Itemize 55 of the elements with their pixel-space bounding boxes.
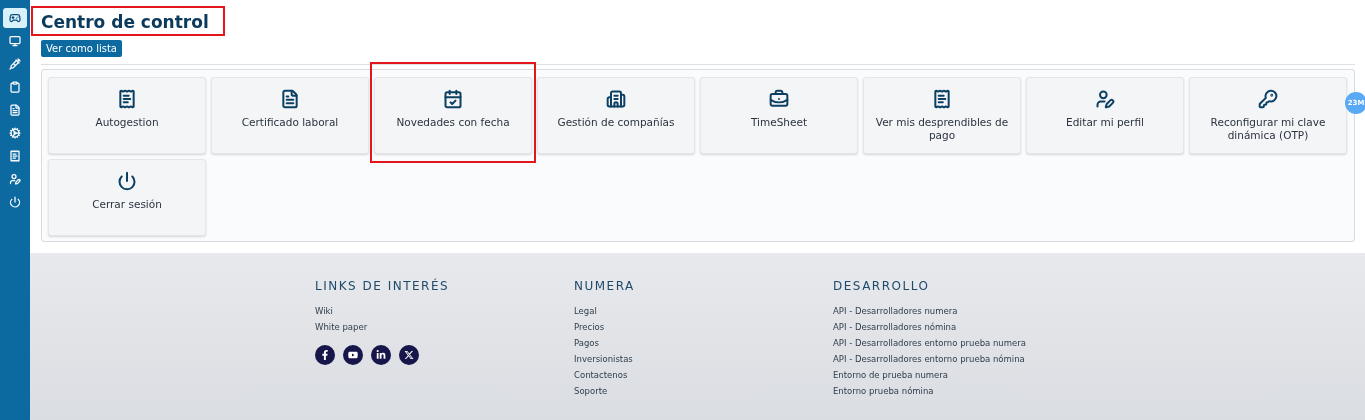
tile-button[interactable]: Ver mis desprendibles de pago — [863, 77, 1021, 154]
power-icon — [117, 171, 137, 191]
building-icon — [606, 89, 626, 109]
footer-heading: DESARROLLO — [833, 279, 931, 293]
footer-link[interactable]: API - Desarrolladores numera — [833, 303, 1133, 319]
footer-link[interactable]: Inversionistas — [574, 351, 833, 367]
user-pen-icon — [9, 173, 21, 185]
gear-icon — [9, 127, 21, 139]
footer-link[interactable]: White paper — [315, 319, 574, 335]
tile-button[interactable]: Reconfigurar mi clave dinámica (OTP) — [1189, 77, 1347, 154]
footer-link[interactable]: Entorno prueba nómina — [833, 383, 1133, 399]
footer-link[interactable]: Legal — [574, 303, 833, 319]
document-icon — [280, 89, 300, 109]
tile-button[interactable]: Autogestion — [48, 77, 206, 154]
power-icon — [9, 196, 21, 208]
sidebar-item[interactable] — [3, 8, 27, 28]
tile-button[interactable]: TimeSheet — [700, 77, 858, 154]
file-icon — [9, 104, 21, 116]
calendar-icon — [443, 89, 463, 109]
footer-link[interactable]: Wiki — [315, 303, 574, 319]
footer-link[interactable]: Contactenos — [574, 367, 833, 383]
invoice-icon — [117, 89, 137, 109]
x-logo-link[interactable] — [399, 345, 419, 365]
footer-link[interactable]: API - Desarrolladores nómina — [833, 319, 1133, 335]
invoice-icon — [9, 150, 21, 162]
key-icon — [1258, 89, 1278, 109]
footer-heading: LINKS DE INTERÉS — [315, 279, 451, 293]
footer-link[interactable]: Pagos — [574, 335, 833, 351]
tile-button[interactable]: Novedades con fecha — [374, 77, 532, 154]
tile-button[interactable]: Certificado laboral — [211, 77, 369, 154]
facebook-link[interactable] — [315, 345, 335, 365]
tile-button[interactable]: Gestión de compañías — [537, 77, 695, 154]
tile-button[interactable]: Cerrar sesión — [48, 159, 206, 236]
gamepad-icon — [9, 12, 21, 24]
monitor-icon — [9, 35, 21, 47]
youtube-icon — [348, 350, 358, 360]
x-logo-icon — [404, 350, 414, 360]
syringe-icon — [9, 58, 21, 70]
facebook-icon — [320, 350, 330, 360]
briefcase-icon — [769, 89, 789, 109]
footer-link[interactable]: Precios — [574, 319, 833, 335]
tile-button[interactable]: Editar mi perfil — [1026, 77, 1184, 154]
footer-heading: NUMERA — [574, 279, 636, 293]
invoice-icon — [932, 89, 952, 109]
youtube-link[interactable] — [343, 345, 363, 365]
footer-link[interactable]: API - Desarrolladores entorno prueba nómina — [833, 351, 1133, 367]
linkedin-icon — [376, 350, 386, 360]
footer-link[interactable]: Entorno de prueba numera — [833, 367, 1133, 383]
footer-link[interactable]: API - Desarrolladores entorno prueba numera — [833, 335, 1133, 351]
user-pen-icon — [1095, 89, 1115, 109]
page-title: Centro de control — [41, 12, 209, 32]
footer-link[interactable]: Soporte — [574, 383, 833, 399]
clipboard-icon — [9, 81, 21, 93]
linkedin-link[interactable] — [371, 345, 391, 365]
view-as-list-button[interactable]: Ver como lista — [41, 40, 122, 57]
